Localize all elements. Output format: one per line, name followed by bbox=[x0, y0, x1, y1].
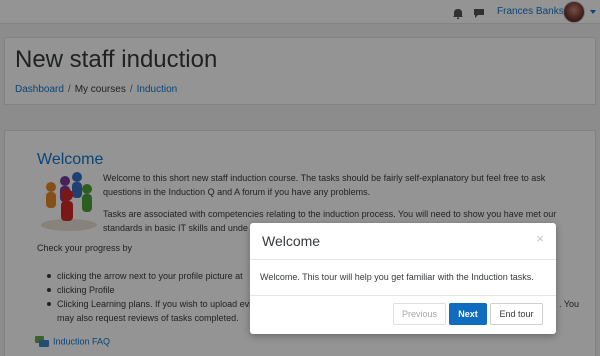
dialog-body-text: Welcome. This tour will help you get fam… bbox=[260, 272, 534, 282]
close-icon[interactable]: × bbox=[536, 231, 544, 246]
dialog-title: Welcome bbox=[262, 233, 321, 249]
dialog-divider bbox=[250, 295, 556, 296]
previous-button[interactable]: Previous bbox=[393, 303, 446, 325]
next-button[interactable]: Next bbox=[449, 303, 487, 325]
tour-dialog: Welcome × Welcome. This tour will help y… bbox=[250, 223, 556, 334]
dialog-divider bbox=[250, 259, 556, 260]
end-tour-button[interactable]: End tour bbox=[490, 303, 543, 325]
